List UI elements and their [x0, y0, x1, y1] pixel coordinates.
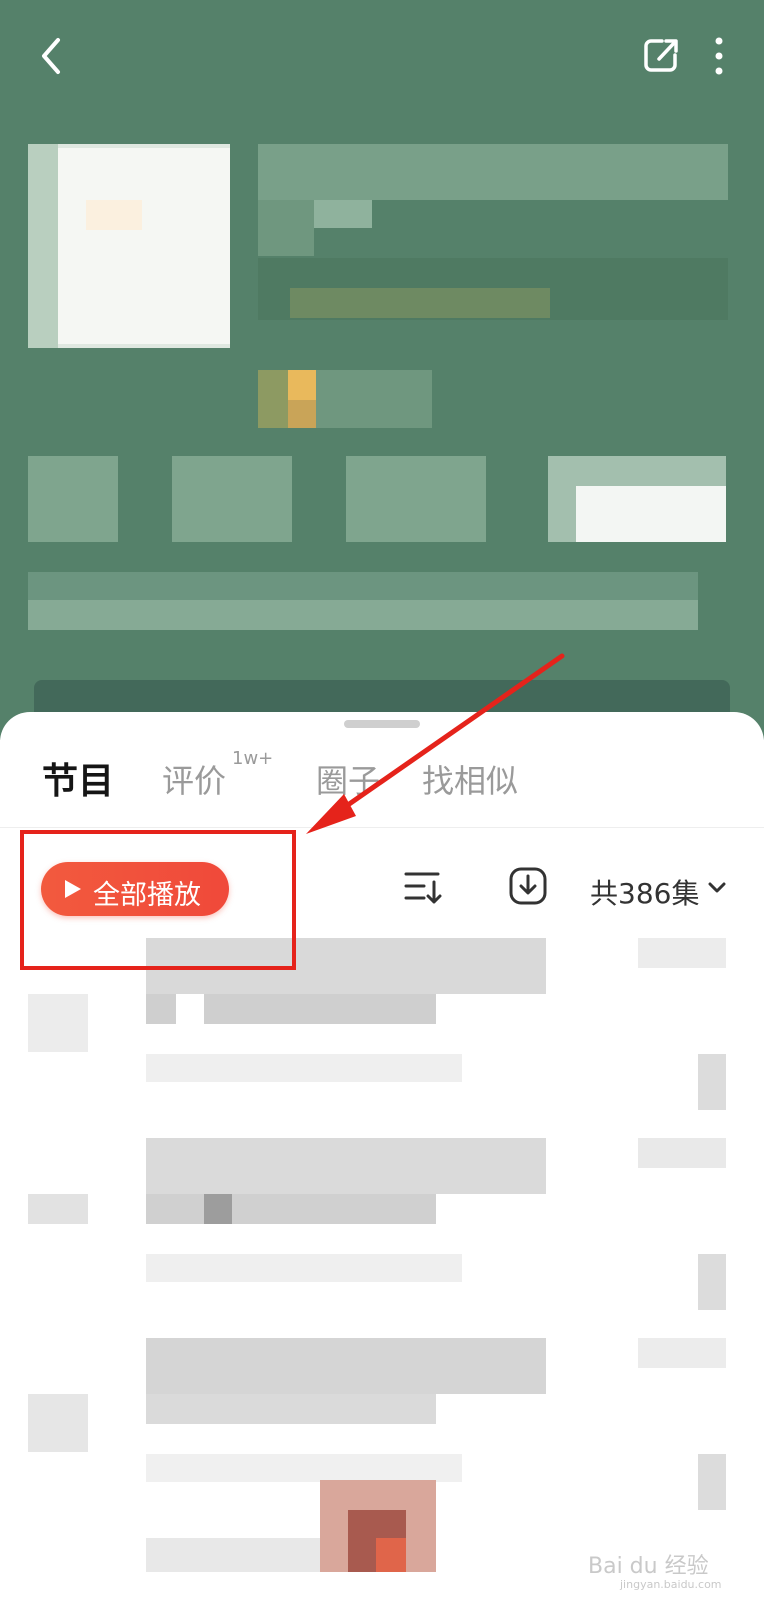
reviews-count-badge: 1w+: [232, 748, 274, 769]
watermark-logo: Bai du 经验: [588, 1554, 709, 1579]
album-header: [0, 0, 764, 740]
tab-divider: [0, 827, 764, 828]
tab-programs[interactable]: 节目: [42, 752, 114, 804]
tab-similar[interactable]: 找相似: [422, 756, 518, 802]
episode-count[interactable]: 共386集: [590, 872, 699, 912]
drag-handle[interactable]: [344, 720, 420, 728]
watermark-url: jingyan.baidu.com: [620, 1578, 722, 1591]
tab-circle[interactable]: 圈子: [316, 756, 380, 802]
back-arrow-icon[interactable]: [36, 36, 66, 76]
sort-icon[interactable]: [404, 870, 442, 906]
list-item[interactable]: [0, 1138, 764, 1318]
download-icon[interactable]: [508, 866, 548, 906]
share-icon[interactable]: [642, 36, 680, 74]
chevron-down-icon[interactable]: [708, 882, 726, 894]
tab-reviews[interactable]: 评价: [162, 756, 226, 802]
more-vertical-icon[interactable]: [712, 36, 726, 76]
annotation-highlight-box: [20, 830, 296, 970]
